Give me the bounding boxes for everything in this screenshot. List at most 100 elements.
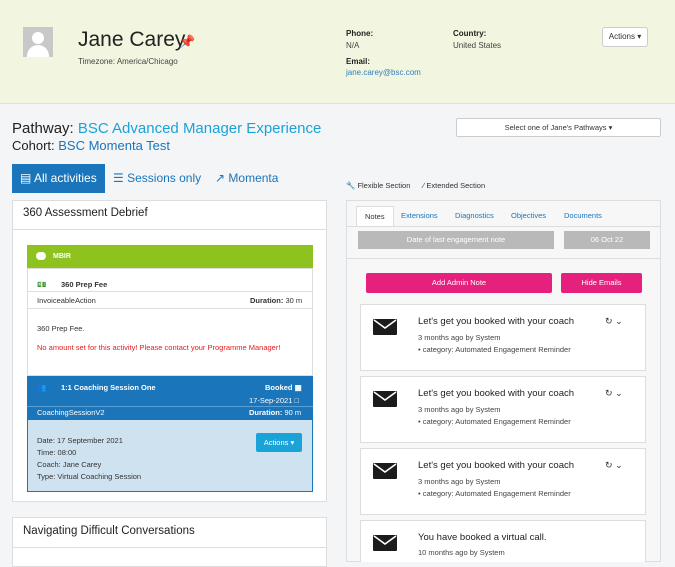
coaching-title: 1:1 Coaching Session One — [61, 383, 156, 392]
note-item[interactable]: Let's get you booked with your coach 3 m… — [360, 304, 646, 371]
pathway-select-label: Select one of Jane's Pathways — [504, 123, 607, 132]
activity-title: 360 Assessment Debrief — [23, 207, 148, 219]
coaching-status-label: Booked — [265, 383, 293, 392]
cohort-label: Cohort: — [12, 138, 55, 153]
note-controls[interactable]: ↻ ⌄ — [605, 460, 623, 471]
envelope-icon — [373, 535, 397, 551]
legend-flexible-label: Flexible Section — [357, 181, 411, 190]
detail-time: Time: 08:00 — [37, 448, 77, 457]
legend-flexible: 🔧 Flexible Section — [346, 181, 410, 190]
envelope-icon — [373, 463, 397, 479]
note-title: Let's get you booked with your coach — [418, 388, 575, 399]
pathway-line: Pathway: BSC Advanced Manager Experience — [12, 120, 321, 137]
calendar-icon: ▦ — [294, 383, 302, 392]
chevron-down-icon[interactable]: ⌄ — [615, 460, 623, 470]
note-item[interactable]: Let's get you booked with your coach 3 m… — [360, 376, 646, 443]
note-title: Let's get you booked with your coach — [418, 460, 575, 471]
wand-icon: ∕ — [423, 181, 425, 190]
mbir-label: MBIR — [53, 253, 71, 260]
last-engagement-value: 06 Oct 22 — [564, 231, 650, 249]
detail-coach: Coach: Jane Carey — [37, 460, 102, 469]
caret-down-icon: ▾ — [290, 438, 295, 447]
timezone-text: Timezone: America/Chicago — [78, 57, 178, 66]
chevron-down-icon[interactable]: ⌄ — [615, 388, 623, 398]
coaching-duration: Duration: 90 m — [249, 408, 301, 417]
refresh-icon[interactable]: ↻ — [605, 460, 613, 470]
note-item[interactable]: Let's get you booked with your coach 3 m… — [360, 448, 646, 515]
profile-name: Jane Carey — [78, 28, 186, 51]
prep-description: 360 Prep Fee. — [37, 324, 85, 333]
refresh-icon[interactable]: ↻ — [605, 388, 613, 398]
cohort-value[interactable]: BSC Momenta Test — [58, 138, 170, 153]
coaching-date-label: 17-Sep-2021 — [249, 396, 293, 405]
tab-diagnostics[interactable]: Diagnostics — [455, 211, 494, 220]
prep-title: 360 Prep Fee — [61, 280, 108, 289]
last-engagement-label: Date of last engagement note — [358, 231, 554, 249]
session-actions-button[interactable]: Actions ▾ — [256, 433, 302, 452]
tab-all-label: All activities — [34, 171, 97, 185]
note-title: You have booked a virtual call. — [418, 532, 547, 543]
caret-down-icon: ▾ — [608, 123, 613, 132]
coaching-type: CoachingSessionV2 — [37, 408, 105, 417]
money-icon: 💵 — [37, 280, 47, 289]
email-link[interactable]: jane.carey@bsc.com — [346, 68, 421, 77]
tab-documents[interactable]: Documents — [564, 211, 602, 220]
pin-icon[interactable]: 📌 — [179, 34, 195, 50]
note-meta: 3 months ago by System — [418, 333, 501, 342]
envelope-icon — [373, 319, 397, 335]
legend-extended: ∕ Extended Section — [423, 181, 485, 190]
profile-header: Jane Carey 📌 Timezone: America/Chicago P… — [0, 0, 675, 104]
note-category: • category: Automated Engagement Reminde… — [418, 417, 571, 426]
mbir-banner[interactable]: MBIR — [27, 245, 313, 268]
note-controls[interactable]: ↻ ⌄ — [605, 388, 623, 399]
note-meta: 3 months ago by System — [418, 405, 501, 414]
cohort-line: Cohort: BSC Momenta Test — [12, 138, 170, 153]
tab-momenta[interactable]: ↗ Momenta — [215, 171, 278, 185]
tab-notes[interactable]: Notes — [356, 206, 394, 226]
envelope-icon — [373, 391, 397, 407]
chevron-down-icon[interactable]: ⌄ — [615, 316, 623, 326]
refresh-icon[interactable]: ↻ — [605, 316, 613, 326]
prep-warning: No amount set for this activity! Please … — [37, 343, 281, 352]
users-icon: 👥 — [37, 383, 47, 392]
tab-momenta-label: Momenta — [228, 171, 279, 185]
hide-emails-button[interactable]: Hide Emails — [561, 273, 642, 293]
coaching-status: Booked ▦ — [265, 383, 302, 392]
duration-label: Duration: — [250, 296, 284, 305]
tab-all-activities[interactable]: ▤ All activities — [12, 164, 105, 193]
actions-label: Actions — [263, 438, 289, 447]
wrench-icon: 🔧 — [346, 181, 356, 190]
activity-title: Navigating Difficult Conversations — [23, 525, 195, 537]
note-meta: 3 months ago by System — [418, 477, 501, 486]
detail-type: Type: Virtual Coaching Session — [37, 472, 142, 481]
caret-down-icon: ▾ — [637, 32, 642, 41]
bars-icon: ☰ — [113, 171, 124, 185]
detail-date: Date: 17 September 2021 — [37, 436, 123, 445]
email-label: Email: — [346, 57, 371, 66]
coaching-session-header[interactable]: 👥 1:1 Coaching Session One Booked ▦ 17-S… — [27, 376, 313, 420]
note-item[interactable]: You have booked a virtual call. 10 month… — [360, 520, 646, 562]
profile-actions-button[interactable]: Actions ▾ — [602, 27, 648, 47]
list-icon: ▤ — [20, 171, 32, 185]
duration-value: 30 m — [285, 296, 303, 305]
country-label: Country: — [453, 29, 487, 38]
prep-duration: Duration: 30 m — [250, 296, 302, 305]
pathway-select[interactable]: Select one of Jane's Pathways ▾ — [456, 118, 661, 137]
tab-sessions-label: Sessions only — [127, 171, 202, 185]
pathway-value[interactable]: BSC Advanced Manager Experience — [78, 120, 321, 137]
note-category: • category: Automated Engagement Reminde… — [418, 489, 571, 498]
duration-value: 90 m — [284, 408, 302, 417]
add-admin-note-button[interactable]: Add Admin Note — [366, 273, 552, 293]
legend-extended-label: Extended Section — [426, 181, 486, 190]
tab-extensions[interactable]: Extensions — [401, 211, 438, 220]
note-category: • category: Automated Engagement Reminde… — [418, 345, 571, 354]
tab-sessions-only[interactable]: ☰ Sessions only — [113, 171, 201, 185]
pathway-label: Pathway: — [12, 120, 74, 137]
tab-objectives[interactable]: Objectives — [511, 211, 546, 220]
note-controls[interactable]: ↻ ⌄ — [605, 316, 623, 327]
pin-icon: ↗ — [215, 171, 226, 185]
note-title: Let's get you booked with your coach — [418, 316, 575, 327]
actions-label: Actions — [608, 32, 635, 41]
prep-type: InvoiceableAction — [37, 296, 96, 305]
country-value: United States — [453, 41, 502, 50]
